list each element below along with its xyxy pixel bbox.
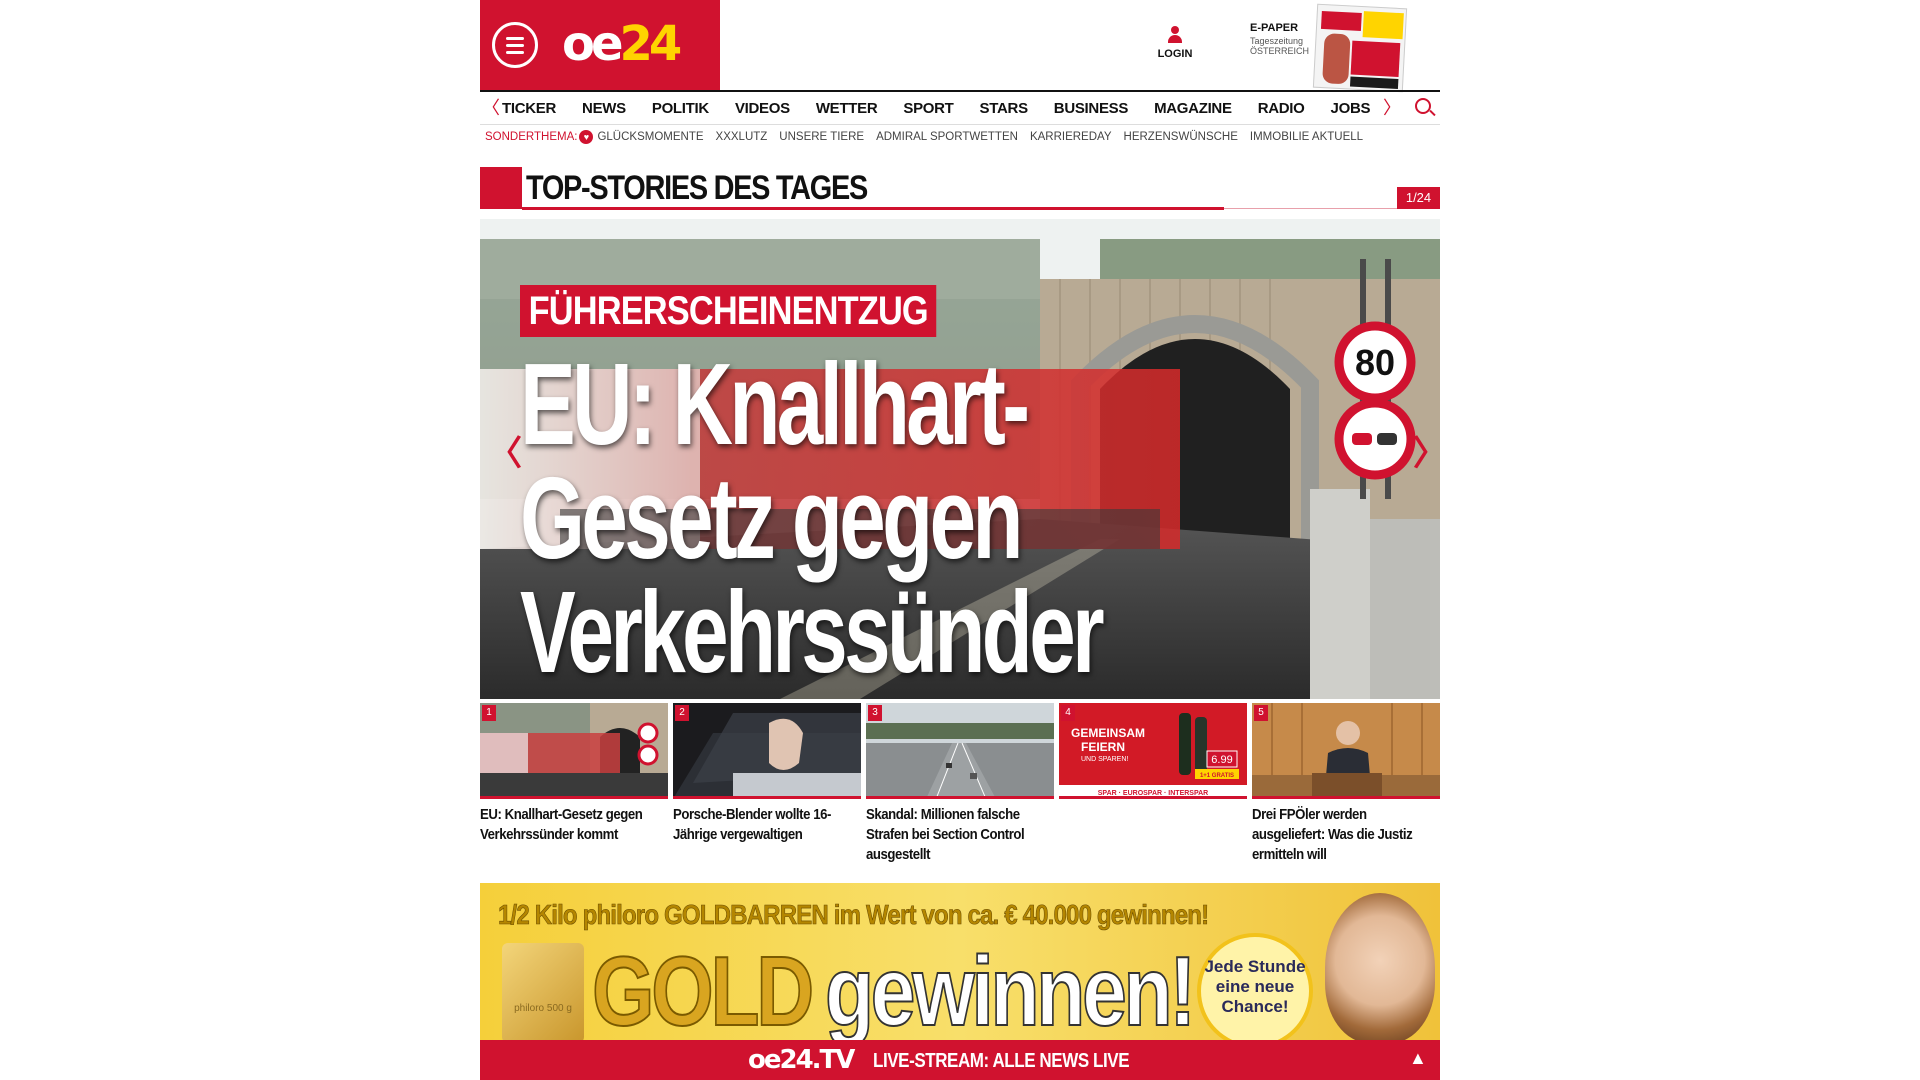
special-topic-item[interactable]: KARRIEREDAY bbox=[1030, 131, 1112, 143]
page: oe24 LOGIN E-PAPER Tageszeitung ÖSTERREI… bbox=[480, 0, 1440, 1080]
epaper-country: ÖSTERREICH bbox=[1250, 46, 1310, 56]
thumb-image bbox=[480, 703, 668, 799]
special-topic-item[interactable]: XXXLUTZ bbox=[716, 131, 768, 143]
epaper-subtitle: Tageszeitung bbox=[1250, 36, 1304, 46]
nav-item-wetter[interactable]: WETTER bbox=[816, 100, 878, 117]
thumb-image: GEMEINSAM FEIERN UND SPAREN! 6.99 1+1 GR… bbox=[1059, 703, 1247, 799]
nav-item-radio[interactable]: RADIO bbox=[1258, 100, 1305, 117]
hero-next-arrow-icon[interactable]: 〉 bbox=[1413, 434, 1440, 474]
thumb-image bbox=[866, 703, 1054, 799]
special-topic-item[interactable]: IMMOBILIE AKTUELL bbox=[1250, 131, 1363, 143]
nav-scroll-right-icon[interactable]: 〉 bbox=[1383, 98, 1401, 118]
ad-badge: Jede Stunde eine neue Chance! bbox=[1197, 933, 1313, 1040]
thumb-number: 1 bbox=[482, 705, 496, 721]
section-accent-block bbox=[480, 167, 522, 209]
ad-headline: 1/2 Kilo philoro GOLDBARREN im Wert von … bbox=[498, 899, 1210, 931]
special-topic-label: SONDERTHEMA: bbox=[485, 131, 578, 143]
section-title: TOP-STORIES DES TAGES bbox=[526, 169, 868, 207]
section-underline bbox=[522, 207, 1224, 210]
site-logo[interactable]: oe24 bbox=[562, 16, 682, 72]
thumb-number: 4 bbox=[1061, 705, 1075, 721]
login-label: LOGIN bbox=[1157, 48, 1193, 60]
hero-kicker: FÜHRERSCHEINENTZUG bbox=[520, 285, 937, 337]
special-topic-item[interactable]: GLÜCKSMOMENTE bbox=[597, 131, 703, 143]
section-header: TOP-STORIES DES TAGES 1/24 bbox=[480, 167, 1440, 212]
epaper-title: E-PAPER bbox=[1250, 22, 1299, 34]
expand-arrow-icon[interactable]: ▲ bbox=[1409, 1048, 1427, 1069]
logo-block: oe24 bbox=[480, 0, 720, 90]
main-navigation: 〈 TICKER NEWS POLITIK VIDEOS WETTER SPOR… bbox=[480, 90, 1440, 125]
user-icon bbox=[1167, 26, 1183, 44]
epaper-link[interactable]: E-PAPER Tageszeitung ÖSTERREICH bbox=[1250, 22, 1309, 56]
oe24tv-logo: oe24.TV bbox=[748, 1045, 855, 1075]
hero-story[interactable]: 80 〈 〉 FÜHRERSCHEINENTZUG EU: Knallhart-… bbox=[480, 219, 1440, 699]
ad-promo: 1+1 GRATIS bbox=[1200, 773, 1234, 779]
heart-icon: ♥ bbox=[579, 130, 594, 144]
thumb-number: 5 bbox=[1254, 705, 1268, 721]
slide-counter: 1/24 bbox=[1397, 187, 1440, 209]
story-thumbnails: 1 EU: Knallhart-Gesetz gegen Verkehrssün… bbox=[480, 703, 1440, 873]
login-button[interactable]: LOGIN bbox=[1155, 26, 1195, 60]
nav-item-stars[interactable]: STARS bbox=[980, 100, 1029, 117]
thumb-number: 2 bbox=[675, 705, 689, 721]
ad-brands: SPAR · EUROSPAR · INTERSPAR bbox=[1098, 790, 1208, 797]
nav-item-news[interactable]: NEWS bbox=[582, 100, 626, 117]
ad-gold-word: GOLD bbox=[591, 935, 815, 1040]
thumb-title: Drei FPÖler werden ausgeliefert: Was die… bbox=[1252, 806, 1413, 863]
thumb-image bbox=[673, 703, 861, 799]
hero-headline[interactable]: EU: Knallhart-Gesetz gegen Verkehrssünde… bbox=[520, 346, 1226, 699]
nav-item-magazine[interactable]: MAGAZINE bbox=[1154, 100, 1232, 117]
special-topics-bar: SONDERTHEMA: ♥ GLÜCKSMOMENTE XXXLUTZ UNS… bbox=[480, 126, 1440, 148]
gold-bar-label: philoro 500 g bbox=[514, 1003, 572, 1014]
special-topic-item[interactable]: HERZENSWÜNSCHE bbox=[1124, 131, 1238, 143]
thumb-title: EU: Knallhart-Gesetz gegen Verkehrssünde… bbox=[480, 806, 643, 843]
ad-text-line2: FEIERN bbox=[1081, 740, 1125, 754]
nav-item-ticker[interactable]: TICKER bbox=[502, 100, 556, 117]
hero-prev-arrow-icon[interactable]: 〈 bbox=[488, 434, 522, 474]
thumb-image bbox=[1252, 703, 1440, 799]
special-topic-item[interactable]: UNSERE TIERE bbox=[779, 131, 864, 143]
hamburger-menu-icon[interactable] bbox=[492, 22, 538, 68]
nav-scroll-left-icon[interactable]: 〈 bbox=[482, 98, 500, 118]
search-icon[interactable] bbox=[1415, 98, 1431, 114]
live-stream-bar[interactable]: oe24.TV LIVE-STREAM: ALLE NEWS LIVE ▲ bbox=[480, 1040, 1440, 1080]
gold-ad-banner[interactable]: philoro 500 g 1/2 Kilo philoro GOLDBARRE… bbox=[480, 883, 1440, 1040]
epaper-cover-thumbnail[interactable] bbox=[1312, 3, 1408, 93]
live-stream-label: LIVE-STREAM: ALLE NEWS LIVE bbox=[873, 1050, 1130, 1072]
thumb-title: Skandal: Millionen falsche Strafen bei S… bbox=[866, 806, 1025, 863]
ad-gewinnen-word: gewinnen! bbox=[824, 935, 1197, 1040]
nav-item-videos[interactable]: VIDEOS bbox=[735, 100, 790, 117]
ad-text-line1: GEMEINSAM bbox=[1071, 726, 1145, 740]
nav-item-business[interactable]: BUSINESS bbox=[1054, 100, 1129, 117]
thumb-number: 3 bbox=[868, 705, 882, 721]
thumb-title: Porsche-Blender wollte 16-Jährige vergew… bbox=[673, 806, 832, 843]
nav-item-sport[interactable]: SPORT bbox=[903, 100, 953, 117]
speed-sign-value: 80 bbox=[1355, 342, 1395, 383]
nav-items: TICKER NEWS POLITIK VIDEOS WETTER SPORT … bbox=[502, 92, 1396, 125]
gold-bar-image: philoro 500 g bbox=[502, 943, 584, 1040]
nav-item-politik[interactable]: POLITIK bbox=[652, 100, 709, 117]
ad-model-image bbox=[1325, 893, 1435, 1040]
nav-item-jobs[interactable]: JOBS bbox=[1331, 100, 1371, 117]
ad-text-line3: UND SPAREN! bbox=[1081, 756, 1128, 763]
ad-price: 6.99 bbox=[1211, 754, 1232, 766]
special-topic-item[interactable]: ADMIRAL SPORTWETTEN bbox=[876, 131, 1018, 143]
